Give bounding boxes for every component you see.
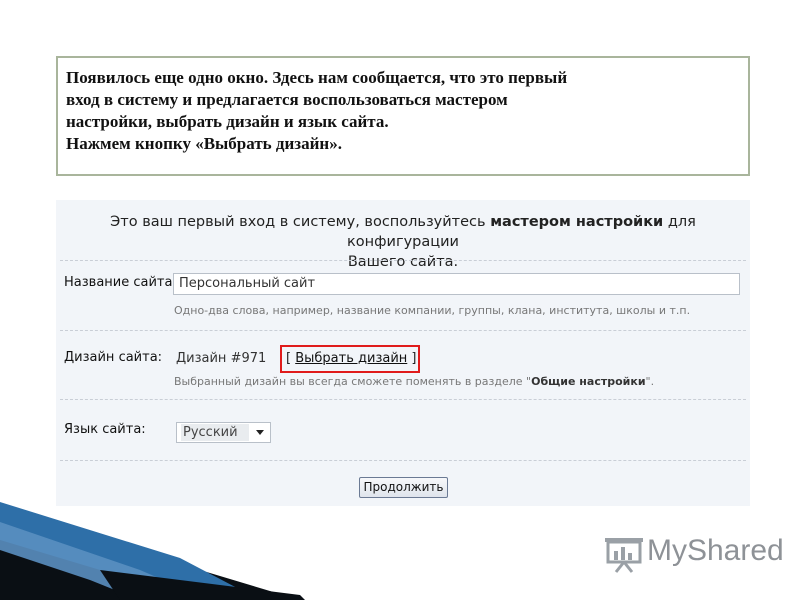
hint-text: Выбранный дизайн вы всегда сможете помен…	[174, 375, 532, 388]
site-name-input[interactable]: Персональный сайт	[173, 273, 740, 295]
annotation-line: Появилось еще одно окно. Здесь нам сообщ…	[66, 68, 568, 87]
intro-text: Вашего сайта.	[347, 254, 459, 270]
language-label: Язык сайта:	[64, 422, 146, 437]
bracket: [	[286, 351, 296, 366]
design-value: Дизайн #971	[176, 351, 267, 366]
choose-design-link[interactable]: Выбрать дизайн	[295, 351, 407, 366]
language-select[interactable]: Русский	[176, 422, 271, 443]
divider	[60, 399, 746, 400]
intro-bold-text: мастером настройки	[490, 214, 664, 230]
site-name-hint: Одно-два слова, например, название компа…	[174, 304, 691, 317]
divider	[60, 260, 746, 261]
presentation-board-icon	[605, 538, 643, 573]
choose-design-control: [ Выбрать дизайн ]	[286, 351, 417, 366]
design-label: Дизайн сайта:	[64, 350, 163, 365]
divider	[60, 460, 746, 461]
wizard-intro: Это ваш первый вход в систему, воспользу…	[56, 212, 750, 272]
hint-bold-text: Общие настройки	[531, 375, 646, 388]
chevron-down-icon	[256, 430, 264, 435]
setup-wizard-panel: Это ваш первый вход в систему, воспользу…	[56, 200, 750, 506]
design-hint: Выбранный дизайн вы всегда сможете помен…	[174, 375, 654, 388]
decorative-slashes	[0, 502, 305, 600]
annotation-line: настройки, выбрать дизайн и язык сайта.	[66, 112, 389, 131]
logo-wordmark: MyShared	[647, 534, 784, 567]
language-value: Русский	[181, 424, 249, 441]
intro-text: Это ваш первый вход в систему, воспользу…	[110, 214, 491, 230]
annotation-box: Появилось еще одно окно. Здесь нам сообщ…	[56, 56, 750, 176]
annotation-line: вход в систему и предлагается воспользов…	[66, 90, 508, 109]
annotation-line: Нажмем кнопку «Выбрать дизайн».	[66, 134, 342, 153]
site-name-label: Название сайта:	[64, 275, 177, 290]
bracket: ]	[407, 351, 417, 366]
continue-button[interactable]: Продолжить	[359, 477, 448, 498]
divider	[60, 330, 746, 331]
hint-text: ".	[645, 375, 655, 388]
